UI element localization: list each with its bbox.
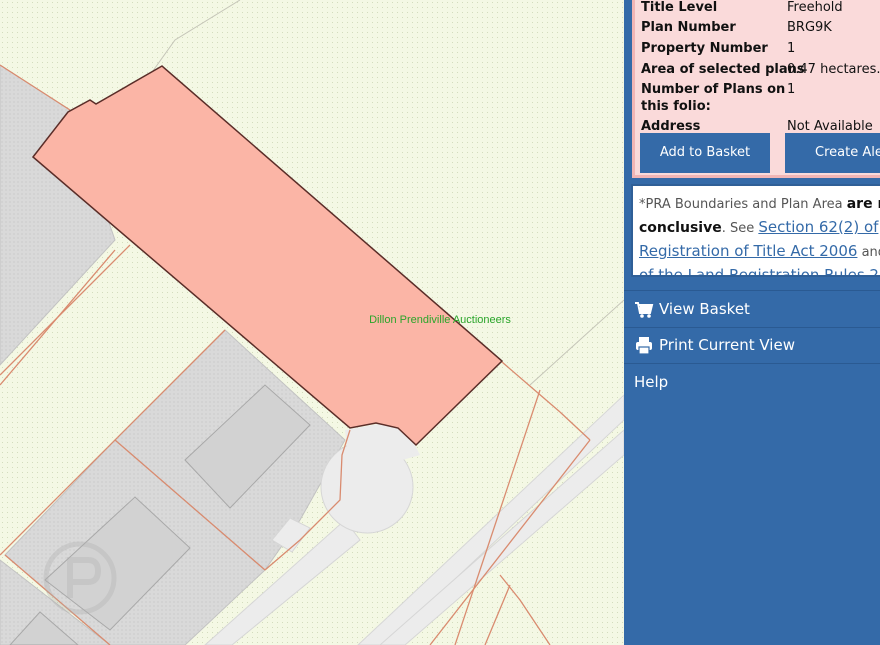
print-current-view-menu-item[interactable]: Print Current View: [624, 327, 880, 363]
create-alert-button[interactable]: Create Alert: [785, 133, 880, 173]
map-view[interactable]: Dillon Prendiville Auctioneers: [0, 0, 624, 645]
help-menu-item[interactable]: Help: [624, 364, 880, 400]
printer-icon: [636, 337, 652, 355]
boundary-disclaimer: *PRA Boundaries and Plan Area are not co…: [631, 184, 880, 277]
rules-link-cont[interactable]: of the Land Registration Rules 201: [639, 266, 880, 275]
shopping-cart-icon: [635, 302, 654, 318]
side-panel: Title Level Freehold Plan Number BRG9K P…: [624, 0, 880, 645]
section-62-link[interactable]: Section 62(2) of: [758, 218, 878, 236]
map-canvas[interactable]: Dillon Prendiville Auctioneers: [0, 0, 624, 645]
parcel-label: Dillon Prendiville Auctioneers: [369, 314, 511, 326]
view-basket-menu-item[interactable]: View Basket: [624, 291, 880, 327]
registration-act-link[interactable]: Registration of Title Act 2006: [639, 242, 857, 260]
folio-info-box: Title Level Freehold Plan Number BRG9K P…: [632, 0, 880, 178]
add-to-basket-button[interactable]: Add to Basket: [640, 133, 770, 173]
